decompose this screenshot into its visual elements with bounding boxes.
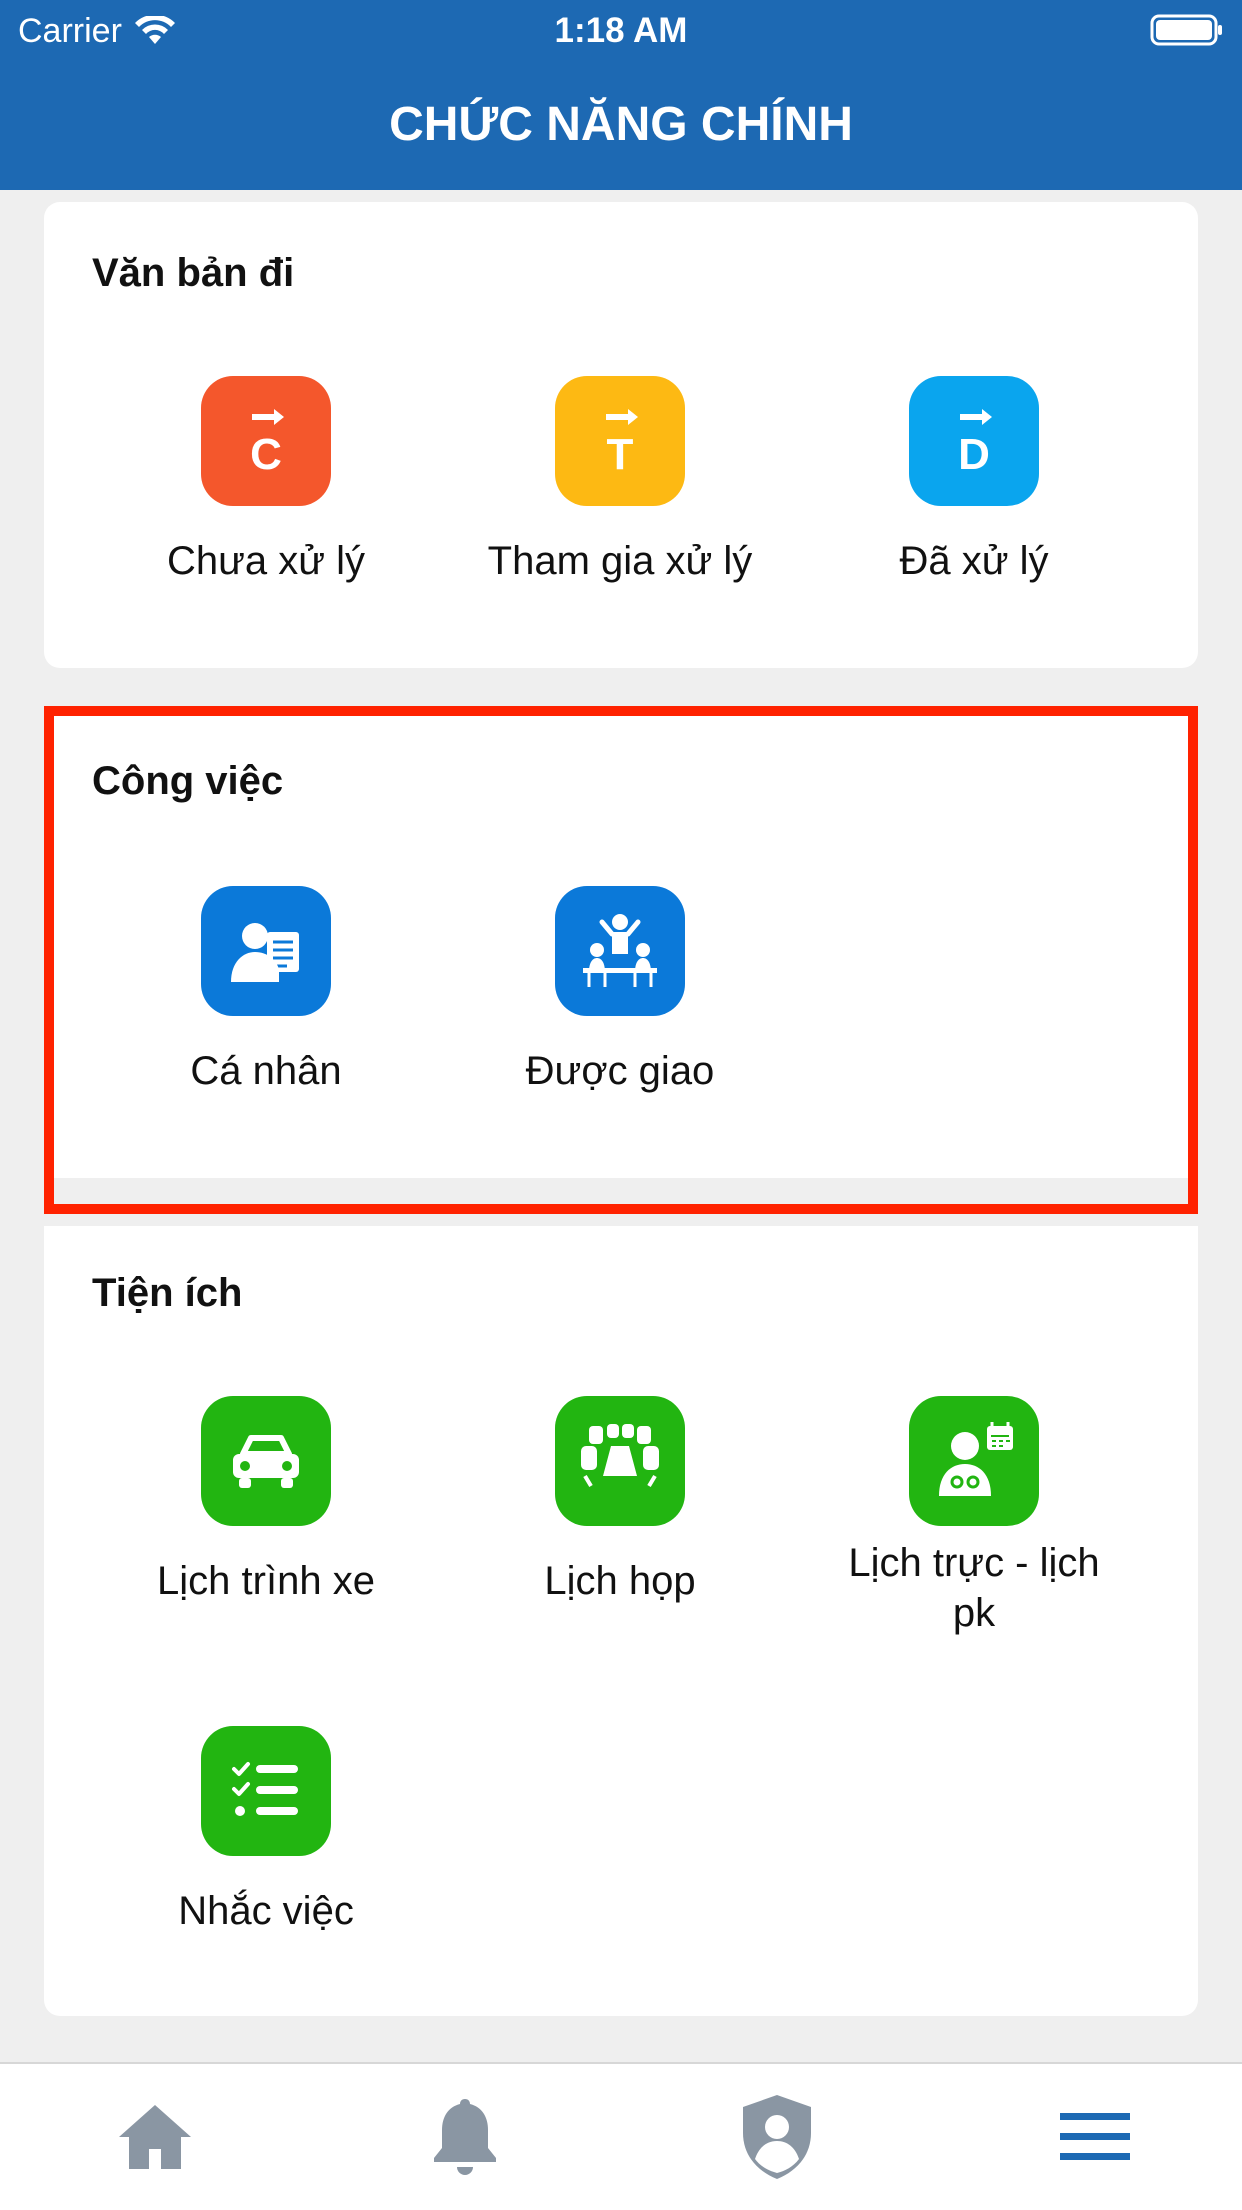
section-title: Tiện ích bbox=[92, 1271, 243, 1315]
meeting-people-icon bbox=[555, 886, 685, 1016]
tile-lich-hop[interactable]: Lịch họp bbox=[470, 1396, 770, 1606]
tile-chua-xu-ly[interactable]: C Chưa xử lý bbox=[116, 376, 416, 586]
tile-tham-gia-xu-ly[interactable]: T Tham gia xử lý bbox=[470, 376, 770, 586]
bell-icon bbox=[434, 2099, 496, 2175]
arrow-c-icon: C bbox=[201, 376, 331, 506]
tile-label: Lịch họp bbox=[544, 1559, 696, 1603]
tab-home[interactable] bbox=[110, 2092, 200, 2182]
tile-da-xu-ly[interactable]: D Đã xử lý bbox=[824, 376, 1124, 586]
tile-label: Chưa xử lý bbox=[166, 539, 366, 583]
tile-label: Được giao bbox=[525, 1049, 715, 1093]
tile-lich-truc[interactable]: Lịch trực - lịch pk bbox=[824, 1396, 1124, 1638]
tile-ca-nhan[interactable]: Cá nhân bbox=[116, 886, 416, 1096]
status-time: 1:18 AM bbox=[554, 11, 688, 50]
arrow-d-icon: D bbox=[909, 376, 1039, 506]
tile-label: Tham gia xử lý bbox=[487, 539, 753, 583]
svg-text:C: C bbox=[250, 430, 282, 479]
tile-lich-trinh-xe[interactable]: Lịch trình xe bbox=[116, 1396, 416, 1606]
tab-menu[interactable] bbox=[1050, 2092, 1140, 2182]
section-cong-viec: Công việc Cá nhân Được giao bbox=[44, 712, 1198, 1178]
section-tien-ich: Tiện ích Lịch trình xe Lịch họp Lịch trự… bbox=[44, 1226, 1198, 2016]
home-icon bbox=[119, 2105, 191, 2169]
app-header: Carrier 1:18 AM CHỨC NĂNG CHÍNH bbox=[0, 0, 1242, 190]
conference-table-icon bbox=[555, 1396, 685, 1526]
car-icon bbox=[201, 1396, 331, 1526]
menu-icon bbox=[1060, 2113, 1130, 2160]
person-document-icon bbox=[201, 886, 331, 1016]
svg-text:D: D bbox=[958, 430, 990, 479]
checklist-icon bbox=[201, 1726, 331, 1856]
svg-text:T: T bbox=[607, 430, 634, 479]
section-van-ban-di: Văn bản đi C Chưa xử lý T Tham gia xử lý bbox=[44, 202, 1198, 668]
tab-profile[interactable] bbox=[732, 2092, 822, 2182]
battery-icon bbox=[1150, 14, 1222, 46]
section-title: Công việc bbox=[92, 759, 284, 803]
tab-bar bbox=[0, 2062, 1242, 2210]
tile-label: Đã xử lý bbox=[899, 539, 1049, 583]
page-title: CHỨC NĂNG CHÍNH bbox=[389, 98, 853, 151]
tile-duoc-giao[interactable]: Được giao bbox=[470, 886, 770, 1096]
doctor-calendar-icon bbox=[909, 1396, 1039, 1526]
tile-label: Nhắc việc bbox=[178, 1889, 354, 1933]
tile-label: Lịch trực - lịch pk bbox=[848, 1541, 1100, 1635]
shield-user-icon bbox=[743, 2095, 811, 2179]
tile-nhac-viec[interactable]: Nhắc việc bbox=[116, 1726, 416, 1936]
tile-label: Cá nhân bbox=[190, 1049, 342, 1093]
tile-label: Lịch trình xe bbox=[157, 1559, 375, 1603]
tab-notifications[interactable] bbox=[420, 2092, 510, 2182]
section-title: Văn bản đi bbox=[92, 251, 295, 295]
arrow-t-icon: T bbox=[555, 376, 685, 506]
